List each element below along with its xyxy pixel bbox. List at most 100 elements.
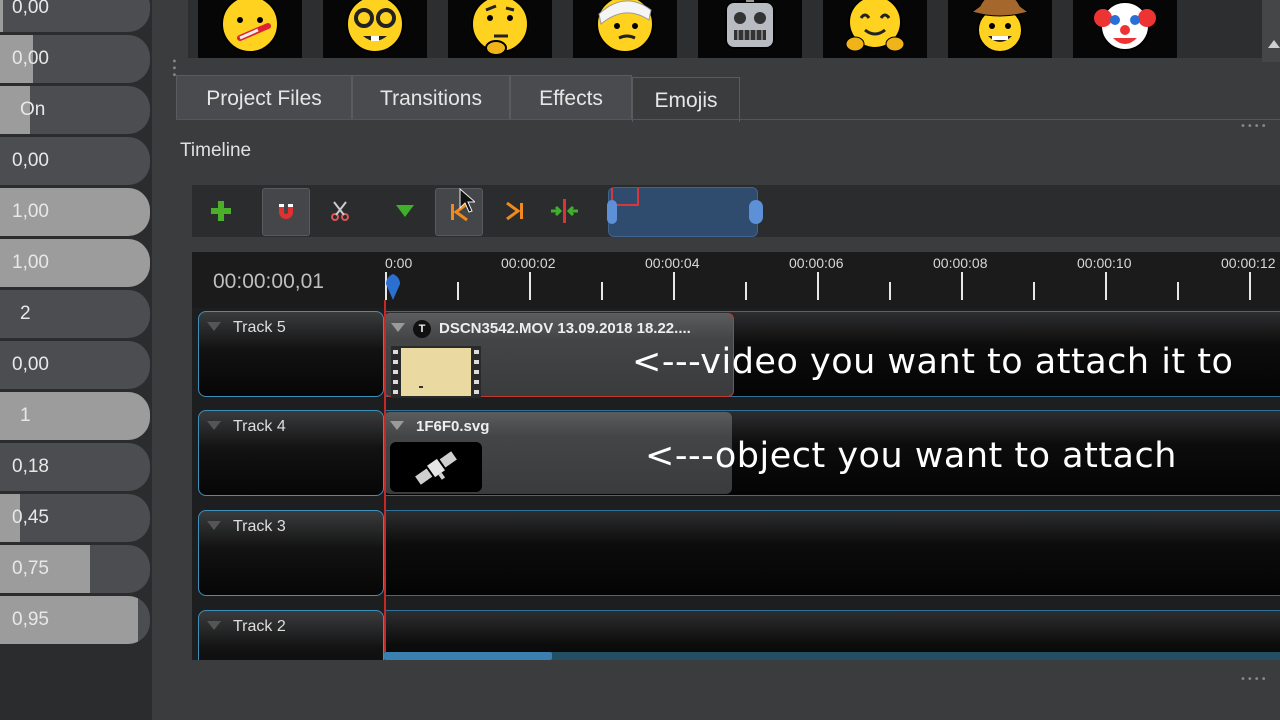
ruler-time-label: 00:00:10 xyxy=(1077,255,1132,271)
zoom-handle-left[interactable] xyxy=(607,200,617,224)
scroll-up-arrow-icon[interactable] xyxy=(1268,40,1280,48)
add-track-icon xyxy=(211,201,231,221)
emoji-gallery xyxy=(188,0,1262,58)
title-badge-icon: T xyxy=(413,320,431,338)
emoji-gallery-scrollbar[interactable] xyxy=(1262,0,1280,62)
clip-menu-icon[interactable] xyxy=(390,421,404,430)
clip-menu-icon[interactable] xyxy=(391,323,405,332)
property-value-field[interactable]: 0,00 xyxy=(0,341,150,389)
track-collapse-icon[interactable] xyxy=(207,521,221,530)
property-value-field[interactable]: 0,00 xyxy=(0,0,150,32)
property-value-text: 0,00 xyxy=(12,354,49,375)
emoji-tile[interactable] xyxy=(573,0,677,58)
property-value-text: 0,00 xyxy=(12,48,49,69)
mouse-cursor-icon xyxy=(459,188,475,213)
property-value-field[interactable]: 0,95 xyxy=(0,596,150,644)
ruler-tick xyxy=(817,272,819,300)
dock-grip-icon[interactable]: •••• xyxy=(1240,121,1268,132)
emoji-tile[interactable] xyxy=(448,0,552,58)
property-value-field[interactable]: 1 xyxy=(0,392,150,440)
property-value-text: 0,95 xyxy=(12,609,49,630)
bottom-panel-area xyxy=(152,660,1280,720)
thinking-face-icon xyxy=(471,0,529,56)
timeline-title: Timeline xyxy=(180,140,252,161)
track-collapse-icon[interactable] xyxy=(207,621,221,630)
snap-magnet-icon xyxy=(279,204,293,219)
tab-project-files[interactable]: Project Files xyxy=(176,75,352,120)
track-collapse-icon[interactable] xyxy=(207,322,221,331)
track-lane[interactable] xyxy=(384,510,1280,596)
properties-panel: 0,00 0,00 On 0,00 1,00 1,00 2 0,00 1 0,18 0,45 0,75… xyxy=(0,0,152,720)
property-value-text: 0,00 xyxy=(12,150,49,171)
property-value-field[interactable]: 0,18 xyxy=(0,443,150,491)
tab-emojis[interactable]: Emojis xyxy=(632,77,740,122)
emoji-tile[interactable] xyxy=(698,0,802,58)
playhead-handle-icon[interactable] xyxy=(386,274,400,300)
track-header[interactable]: Track 3 xyxy=(198,510,384,596)
thermometer-face-icon xyxy=(221,0,279,53)
razor-tool-button[interactable] xyxy=(317,188,363,234)
ruler-time-label: 00:00:08 xyxy=(933,255,988,271)
emoji-tile[interactable] xyxy=(823,0,927,58)
property-value-text: On xyxy=(20,99,46,120)
add-marker-button[interactable] xyxy=(382,188,428,234)
emoji-tile[interactable] xyxy=(948,0,1052,58)
track-header[interactable]: Track 4 xyxy=(198,410,384,496)
jump-to-end-icon xyxy=(506,201,523,221)
property-value-field[interactable]: 0,00 xyxy=(0,35,150,83)
track-header[interactable]: Track 5 xyxy=(198,311,384,397)
current-time-display: 00:00:00,01 xyxy=(213,270,324,293)
track-name: Track 5 xyxy=(233,319,286,336)
property-value-text: 0,00 xyxy=(12,0,49,18)
hugging-face-icon xyxy=(845,0,905,52)
scrollbar-thumb[interactable] xyxy=(384,652,552,660)
property-value-field[interactable]: 1,00 xyxy=(0,188,150,236)
snapping-button[interactable] xyxy=(262,188,310,236)
nerd-face-icon xyxy=(346,0,404,53)
robot-face-icon xyxy=(725,0,775,49)
ruler-time-label: 00:00:04 xyxy=(645,255,700,271)
track-name: Track 2 xyxy=(233,618,286,635)
emoji-tile[interactable] xyxy=(198,0,302,58)
tab-transitions[interactable]: Transitions xyxy=(352,75,510,120)
dock-grip-icon[interactable]: •••• xyxy=(1240,674,1268,685)
property-value-text: 0,45 xyxy=(12,507,49,528)
center-playhead-icon xyxy=(551,199,578,223)
property-value-field[interactable]: 0,75 xyxy=(0,545,150,593)
annotation-object-source: <---object you want to attach xyxy=(645,436,1177,476)
ruler-tick xyxy=(961,272,963,300)
emoji-tile[interactable] xyxy=(323,0,427,58)
property-value-field[interactable]: 1,00 xyxy=(0,239,150,287)
property-value-field[interactable]: 0,00 xyxy=(0,137,150,185)
next-marker-button[interactable] xyxy=(492,188,538,234)
property-value-field[interactable]: On xyxy=(0,86,150,134)
center-playhead-button[interactable] xyxy=(544,188,590,234)
track-collapse-icon[interactable] xyxy=(207,421,221,430)
property-value-field[interactable]: 2 xyxy=(0,290,150,338)
ruler-time-label: 00:00:12 xyxy=(1221,255,1276,271)
add-track-button[interactable] xyxy=(198,188,244,234)
playhead-line[interactable] xyxy=(384,300,386,660)
property-value-fill xyxy=(0,0,3,32)
property-value-text: 2 xyxy=(20,303,31,324)
splitter-grip-icon[interactable]: ••• xyxy=(168,58,179,79)
track-name: Track 3 xyxy=(233,518,286,535)
ruler-time-label: 00:00:06 xyxy=(789,255,844,271)
property-value-field[interactable]: 0,45 xyxy=(0,494,150,542)
zoom-handle-right[interactable] xyxy=(749,200,763,224)
annotation-video-target: <---video you want to attach it to xyxy=(632,342,1234,382)
tab-effects[interactable]: Effects xyxy=(510,75,632,120)
razor-icon xyxy=(331,201,349,221)
ruler-time-label: 0:00 xyxy=(385,255,413,271)
ruler-tick xyxy=(745,282,747,300)
property-value-text: 0,18 xyxy=(12,456,49,477)
track-row-3: Track 3 xyxy=(196,510,1280,596)
timeline-ruler[interactable]: 00:00:00,01 0:00 00:00:02 00:00:04 00:00:06… xyxy=(192,252,1280,308)
property-value-text: 1,00 xyxy=(12,201,49,222)
emoji-tile[interactable] xyxy=(1073,0,1177,58)
cowboy-face-icon xyxy=(970,0,1030,53)
timeline-zoom-slider[interactable] xyxy=(607,187,763,237)
track-header[interactable]: Track 2 xyxy=(198,610,384,660)
bandaged-head-face-icon xyxy=(596,0,654,53)
add-marker-icon xyxy=(396,205,414,217)
